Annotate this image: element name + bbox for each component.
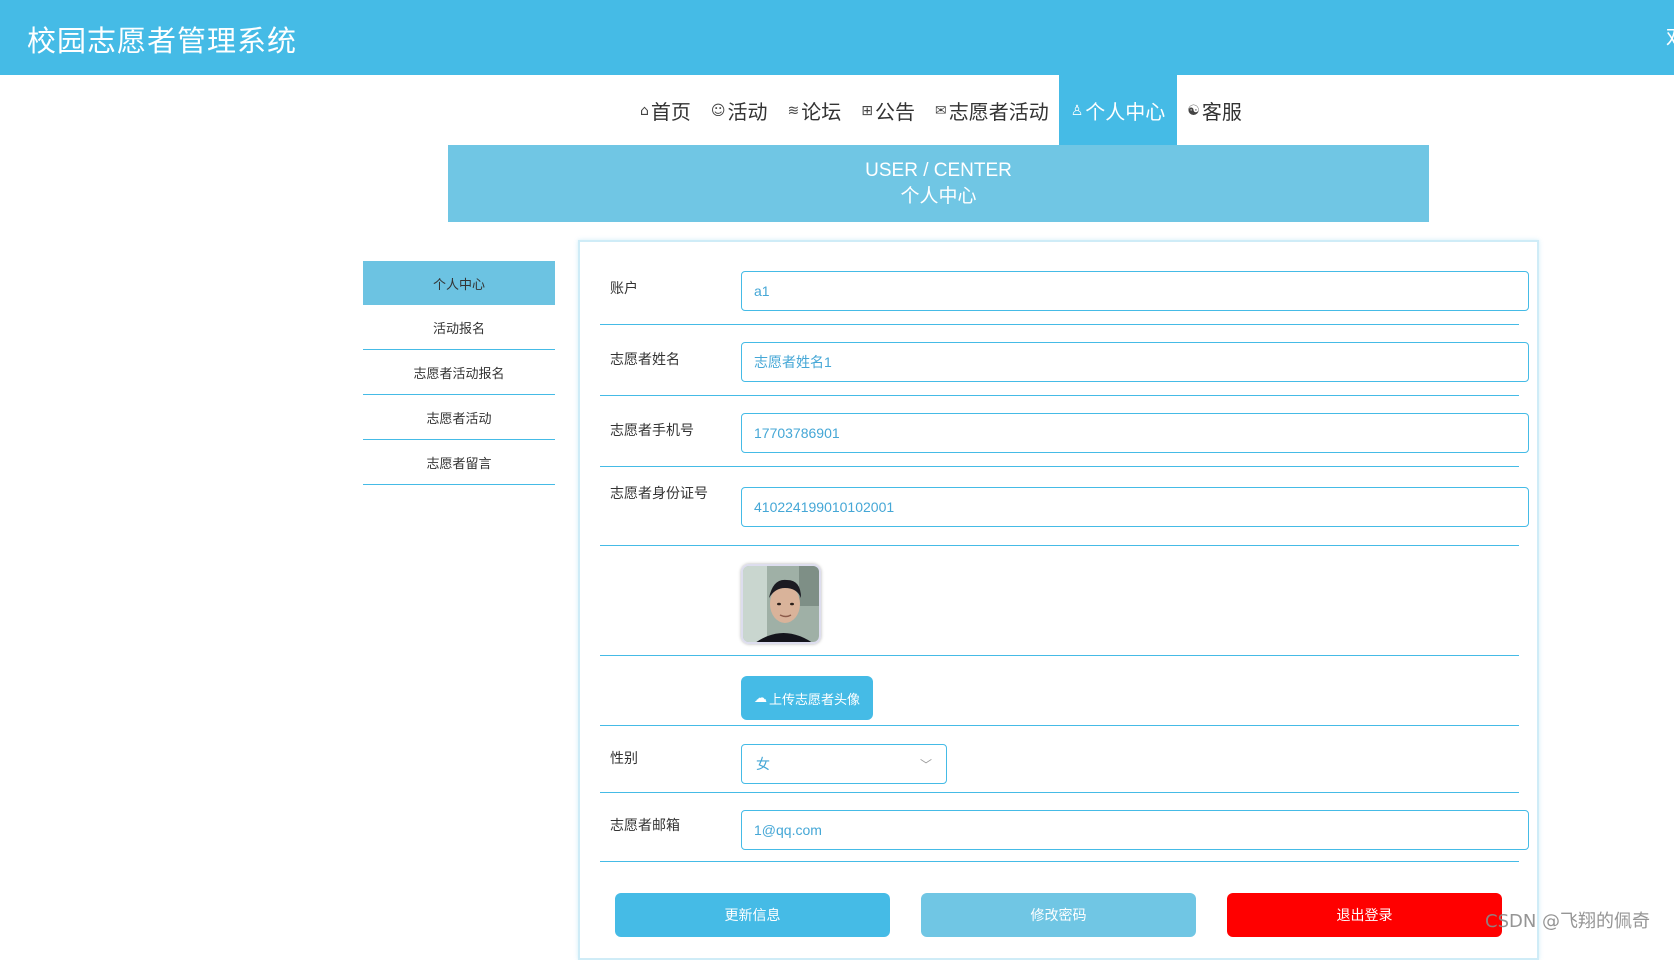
nav-customer-service[interactable]: ☯ 客服 [1177,75,1252,146]
account-input[interactable]: a1 [741,271,1529,311]
gender-label: 性别 [610,751,638,767]
avatar-row [600,546,1519,656]
email-label: 志愿者邮箱 [610,818,680,834]
nav-forum[interactable]: ≋ 论坛 [778,75,852,146]
user-icon: ♙ [1070,102,1084,119]
gender-value: 女 [756,757,770,773]
layers-icon: ≋ [787,102,800,119]
upload-avatar-label: 上传志愿者头像 [768,692,860,708]
upload-avatar-button[interactable]: ☁ 上传志愿者头像 [741,676,873,720]
upload-row: ☁ 上传志愿者头像 [600,656,1519,726]
sidebar-item-activity-signup[interactable]: 活动报名 [363,305,555,350]
email-row: 志愿者邮箱 1@qq.com [600,793,1529,862]
banner-title-en: USER / CENTER [865,160,1012,181]
name-label: 志愿者姓名 [610,352,680,368]
mail-icon: ✉ [934,102,947,119]
phone-label: 志愿者手机号 [610,423,694,439]
name-input[interactable]: 志愿者姓名1 [741,342,1529,382]
chevron-down-icon: ﹀ [919,757,932,772]
nav-activities[interactable]: ☺ 活动 [701,75,778,146]
watermark: CSDN @飞翔的佩奇 [1485,911,1651,932]
nav-label: 活动 [727,100,768,124]
main-nav: ⌂ 首页 ☺ 活动 ≋ 论坛 ⊞ 公告 ✉ 志愿者活动 ♙ 个人中心 ☯ 客服 [630,75,1252,146]
email-input[interactable]: 1@qq.com [741,810,1529,850]
change-password-button[interactable]: 修改密码 [921,893,1196,937]
sidebar-item-volunteer-activity-signup[interactable]: 志愿者活动报名 [363,350,555,395]
nav-label: 客服 [1201,100,1242,124]
banner-title-cn: 个人中心 [900,185,977,207]
avatar-photo [743,566,819,642]
welcome-text: 欢 [1666,20,1674,52]
nav-label: 个人中心 [1085,100,1166,124]
book-icon: ⊞ [861,102,873,119]
page-banner: USER / CENTER 个人中心 [448,145,1429,222]
idcard-input[interactable]: 410224199010102001 [741,487,1529,527]
gender-row: 性别 女 ﹀ [600,726,1519,793]
nav-user-center[interactable]: ♙ 个人中心 [1058,75,1178,146]
palette-icon: ☺ [710,102,726,119]
logout-button[interactable]: 退出登录 [1227,893,1502,937]
sidebar-item-volunteer-messages[interactable]: 志愿者留言 [363,440,555,485]
nav-home[interactable]: ⌂ 首页 [630,75,701,146]
sidebar-item-volunteer-activities[interactable]: 志愿者活动 [363,395,555,440]
app-title: 校园志愿者管理系统 [27,24,298,58]
account-label: 账户 [610,281,638,297]
update-info-button[interactable]: 更新信息 [615,893,890,937]
sidebar: 个人中心 活动报名 志愿者活动报名 志愿者活动 志愿者留言 [363,261,555,485]
avatar [741,564,821,644]
idcard-row: 志愿者身份证号 410224199010102001 [600,467,1529,546]
name-row: 志愿者姓名 志愿者姓名1 [600,325,1529,396]
home-icon: ⌂ [640,102,649,119]
idcard-label: 志愿者身份证号 [610,486,708,502]
service-icon: ☯ [1187,102,1200,119]
top-bar: 校园志愿者管理系统 欢 [0,0,1674,75]
profile-form-panel: 账户 a1 志愿者姓名 志愿者姓名1 志愿者手机号 17703786901 志愿… [578,240,1539,960]
nav-label: 公告 [874,100,915,124]
nav-label: 论坛 [801,100,842,124]
phone-input[interactable]: 17703786901 [741,413,1529,453]
gender-select[interactable]: 女 ﹀ [741,744,947,784]
nav-label: 首页 [650,100,691,124]
account-row: 账户 a1 [600,260,1529,325]
nav-label: 志愿者活动 [948,100,1049,124]
phone-row: 志愿者手机号 17703786901 [600,396,1529,467]
form-actions: 更新信息 修改密码 退出登录 [615,893,1505,937]
nav-announcements[interactable]: ⊞ 公告 [851,75,925,146]
nav-volunteer-activities[interactable]: ✉ 志愿者活动 [925,75,1059,146]
cloud-upload-icon: ☁ [753,690,767,706]
sidebar-item-user-center[interactable]: 个人中心 [363,261,555,305]
